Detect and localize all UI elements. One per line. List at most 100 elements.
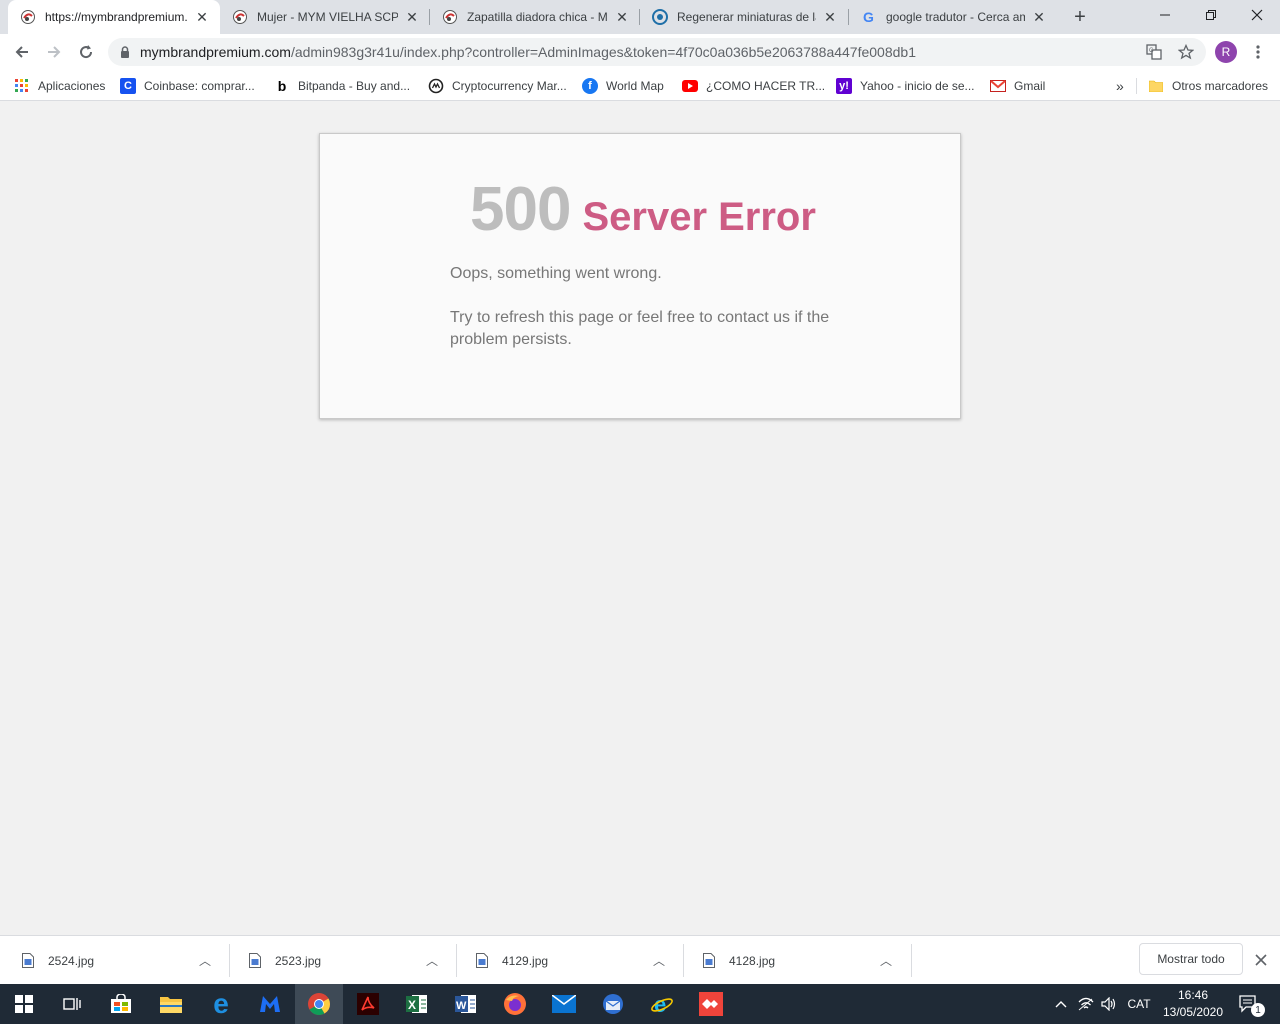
windows-logo-icon (15, 995, 33, 1013)
back-button[interactable] (8, 38, 36, 66)
error-card: 500 Server Error Oops, something went wr… (319, 133, 961, 419)
bookmark-label: ¿COMO HACER TR... (706, 79, 826, 93)
other-bookmarks-folder[interactable]: Otros marcadores (1148, 76, 1268, 96)
bookmark-gmail[interactable]: Gmail (990, 76, 1045, 96)
excel-app[interactable]: X (393, 984, 441, 1024)
acrobat-icon (357, 993, 379, 1015)
internet-explorer-icon: e (651, 992, 673, 1016)
url-path: /admin983g3r41u/index.php?controller=Adm… (290, 44, 916, 60)
chevron-up-icon[interactable]: ︿ (653, 952, 665, 969)
bookmarks-overflow-button[interactable]: » (1116, 76, 1124, 96)
bookmark-label: Otros marcadores (1172, 79, 1269, 93)
restore-icon (1206, 10, 1216, 20)
chevron-up-icon[interactable]: ︿ (880, 952, 892, 969)
speaker-icon (1101, 997, 1116, 1011)
folder-icon (160, 997, 182, 1013)
chevron-up-icon[interactable]: ︿ (426, 952, 438, 969)
bookmark-bitpanda[interactable]: b Bitpanda - Buy and... (274, 76, 410, 96)
download-item[interactable]: 2524.jpg ︿ (0, 936, 227, 985)
tab-close-icon[interactable]: ✕ (1031, 9, 1047, 25)
windows-taskbar: e X W e CAT 16:46 13/05/2020 1 (0, 984, 1280, 1024)
bookmark-aplicaciones[interactable]: Aplicaciones (14, 76, 105, 96)
malwarebytes-app[interactable] (246, 984, 294, 1024)
tab-mymbrandpremium[interactable]: https://mymbrandpremium.com/ ✕ (8, 0, 220, 34)
error-code: 500 (470, 175, 571, 244)
bookmark-star-button[interactable] (1172, 38, 1200, 66)
reload-button[interactable] (72, 38, 100, 66)
error-message: Oops, something went wrong. (450, 265, 662, 282)
downloads-bar: 2524.jpg ︿ 2523.jpg ︿ 4129.jpg ︿ 4128.jp… (0, 935, 1280, 984)
bookmark-coinbase[interactable]: C Coinbase: comprar... (120, 76, 255, 96)
download-item[interactable]: 2523.jpg ︿ (227, 936, 454, 985)
download-separator (911, 944, 912, 977)
image-file-icon (703, 953, 715, 968)
word-icon: W (455, 995, 476, 1013)
forward-button[interactable] (40, 38, 68, 66)
tab-regenerar[interactable]: Regenerar miniaturas de las ✕ (640, 0, 848, 34)
word-app[interactable]: W (442, 984, 490, 1024)
edge-app[interactable]: e (197, 984, 245, 1024)
tab-zapatilla[interactable]: Zapatilla diadora chica - MYM ✕ (430, 0, 640, 34)
bookmarks-divider (1136, 78, 1137, 94)
profile-avatar[interactable]: R (1215, 41, 1237, 63)
restore-button[interactable] (1188, 0, 1234, 30)
bookmark-coinmarketcap[interactable]: Cryptocurrency Mar... (428, 76, 567, 96)
tab-google-tradutor[interactable]: G google tradutor - Cerca amb ✕ (849, 0, 1057, 34)
store-app[interactable] (97, 984, 145, 1024)
forward-arrow-icon (48, 46, 61, 58)
svg-text:W: W (456, 1000, 467, 1012)
file-explorer-app[interactable] (147, 984, 195, 1024)
thunderbird-app[interactable] (589, 984, 637, 1024)
download-filename: 4129.jpg (502, 953, 549, 968)
bookmark-yahoo[interactable]: y! Yahoo - inicio de se... (836, 76, 975, 96)
task-view-icon (63, 998, 81, 1010)
error-title: Server Error (582, 195, 816, 239)
address-bar[interactable]: mymbrandpremium.com/admin983g3r41u/index… (108, 38, 1206, 66)
download-item[interactable]: 4128.jpg ︿ (681, 936, 908, 985)
yahoo-icon: y! (836, 78, 852, 94)
error-heading: 500 Server Error (470, 174, 816, 245)
input-language-button[interactable]: CAT (1122, 984, 1156, 1024)
menu-button[interactable] (1244, 38, 1272, 66)
translate-button[interactable]: G (1140, 38, 1168, 66)
kebab-menu-icon (1256, 45, 1260, 59)
task-view-button[interactable] (48, 984, 96, 1024)
edge-icon: e (213, 988, 229, 1019)
star-icon (1178, 44, 1194, 60)
show-hidden-icons-button[interactable] (1050, 984, 1072, 1024)
bookmark-youtube[interactable]: ¿COMO HACER TR... (682, 76, 825, 96)
tab-mujer[interactable]: Mujer - MYM VIELHA SCP ✕ (220, 0, 430, 34)
tab-close-icon[interactable]: ✕ (194, 9, 210, 25)
action-center-button[interactable]: 1 (1234, 984, 1265, 1024)
new-tab-button[interactable]: + (1068, 5, 1092, 29)
chrome-app[interactable] (295, 984, 343, 1024)
chevron-up-icon[interactable]: ︿ (199, 952, 211, 969)
download-filename: 2523.jpg (275, 953, 322, 968)
site-favicon-icon (442, 9, 458, 25)
tab-close-icon[interactable]: ✕ (404, 9, 420, 25)
close-window-button[interactable] (1234, 0, 1280, 30)
network-button[interactable] (1074, 984, 1098, 1024)
bitpanda-icon: b (277, 78, 287, 94)
mail-app[interactable] (540, 984, 588, 1024)
taskbar-clock[interactable]: 16:46 13/05/2020 (1158, 987, 1228, 1021)
firefox-app[interactable] (491, 984, 539, 1024)
bookmark-world-map[interactable]: f World Map (582, 76, 664, 96)
image-file-icon (22, 953, 34, 968)
anydesk-app[interactable] (687, 984, 735, 1024)
show-all-downloads-button[interactable]: Mostrar todo (1139, 943, 1243, 975)
start-button[interactable] (0, 984, 48, 1024)
download-item[interactable]: 4129.jpg ︿ (454, 936, 681, 985)
tab-close-icon[interactable]: ✕ (614, 9, 630, 25)
svg-text:G: G (863, 9, 874, 25)
internet-explorer-app[interactable]: e (638, 984, 686, 1024)
tab-close-icon[interactable]: ✕ (822, 9, 838, 25)
close-downloads-button[interactable] (1252, 951, 1270, 969)
clock-time: 16:46 (1177, 988, 1209, 1002)
close-icon (1251, 9, 1263, 21)
volume-button[interactable] (1098, 984, 1120, 1024)
coinmarketcap-icon (428, 78, 444, 94)
anydesk-icon (699, 992, 723, 1016)
minimize-button[interactable] (1142, 0, 1188, 30)
acrobat-app[interactable] (344, 984, 392, 1024)
